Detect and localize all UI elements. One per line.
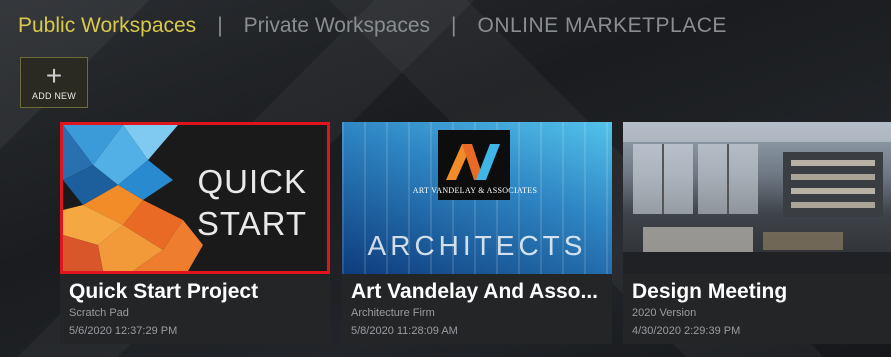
workspace-card-quick-start[interactable]: QUICK START Quick Start Project Scratch … (60, 122, 330, 344)
workspace-subtitle: Architecture Firm (351, 307, 435, 319)
thumbnail-text-start: START (196, 205, 307, 242)
workspace-date: 5/6/2020 12:37:29 PM (69, 325, 178, 337)
thumbnail-company-name: ART VANDELAY & ASSOCIATES (412, 186, 538, 195)
room-interior-icon (623, 122, 891, 274)
workspace-card-art-vandelay[interactable]: ART VANDELAY & ASSOCIATES ARCHITECTS Art… (342, 122, 612, 344)
plus-icon: + (45, 60, 63, 91)
nav-separator: | (451, 14, 457, 37)
add-new-label: ADD NEW (32, 91, 76, 101)
add-new-button[interactable]: + ADD NEW (20, 57, 88, 108)
tab-online-marketplace[interactable]: ONLINE MARKETPLACE (477, 14, 726, 38)
tab-private-workspaces[interactable]: Private Workspaces (244, 14, 430, 38)
tab-public-workspaces[interactable]: Public Workspaces (18, 14, 196, 38)
workspace-subtitle: Scratch Pad (69, 307, 129, 319)
thumbnail-architects-text: ARCHITECTS (367, 230, 587, 261)
workspace-title: Design Meeting (632, 280, 788, 303)
workspace-nav: Public Workspaces | Private Workspaces |… (18, 14, 727, 38)
workspace-thumbnail: ART VANDELAY & ASSOCIATES ARCHITECTS (342, 122, 612, 274)
thumbnail-text-quick: QUICK (197, 163, 307, 200)
workspace-title: Quick Start Project (69, 280, 259, 303)
workspace-title: Art Vandelay And Asso... (351, 280, 599, 303)
workspace-list: QUICK START Quick Start Project Scratch … (0, 122, 891, 352)
workspace-date: 5/8/2020 11:28:09 AM (351, 325, 458, 337)
workspace-date: 4/30/2020 2:29:39 PM (632, 325, 741, 337)
workspace-subtitle: 2020 Version (632, 307, 697, 319)
workspace-thumbnail: QUICK START (60, 122, 330, 274)
nav-separator: | (217, 14, 223, 37)
workspace-thumbnail (623, 122, 891, 274)
workspace-card-design-meeting[interactable]: Design Meeting 2020 Version 4/30/2020 2:… (623, 122, 891, 344)
